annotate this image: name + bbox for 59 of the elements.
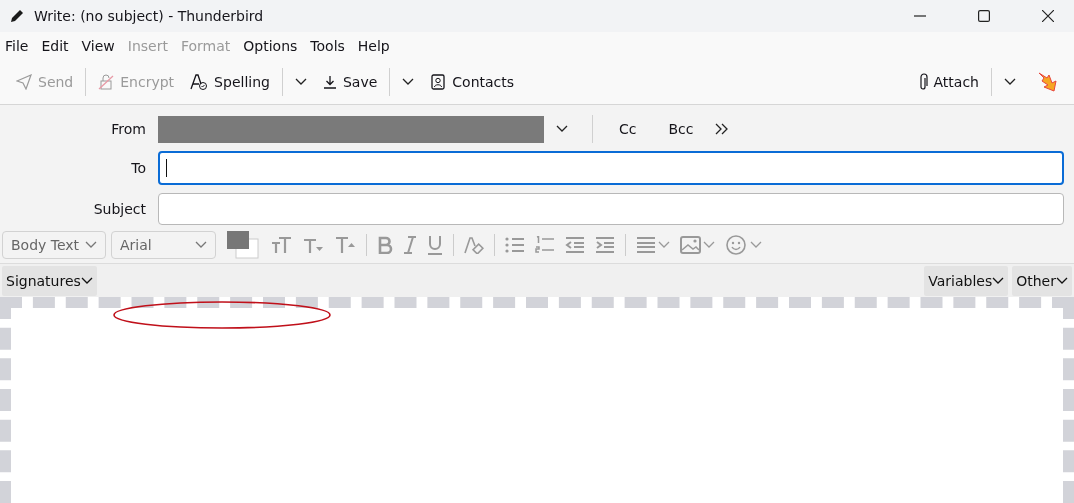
- dropdown-icon[interactable]: [402, 78, 415, 86]
- paperclip-icon: [917, 73, 928, 91]
- image-dropdown-icon[interactable]: [680, 236, 716, 254]
- contacts-button[interactable]: Contacts: [422, 70, 523, 94]
- caret-icon: [195, 241, 207, 249]
- to-label: To: [130, 160, 146, 176]
- caret-icon: [80, 276, 93, 285]
- arrow-icon[interactable]: [1038, 72, 1060, 92]
- color-picker-icon[interactable]: [226, 230, 260, 260]
- save-button[interactable]: Save: [314, 70, 386, 94]
- caret-icon: [1056, 276, 1068, 285]
- paragraph-format-select[interactable]: Body Text: [2, 231, 106, 259]
- font-select[interactable]: Arial: [111, 231, 216, 259]
- address-book-icon: [430, 74, 447, 90]
- italic-icon[interactable]: [403, 236, 417, 254]
- to-field[interactable]: [158, 151, 1064, 185]
- eraser-icon[interactable]: [464, 236, 484, 254]
- indent-icon[interactable]: [595, 237, 615, 253]
- crossed-lock-icon: [98, 74, 115, 90]
- menu-item[interactable]: Help: [357, 38, 390, 54]
- caret-icon: [992, 276, 1005, 285]
- align-dropdown-icon[interactable]: [636, 237, 670, 253]
- font-size-icon[interactable]: [270, 236, 292, 254]
- message-body[interactable]: [0, 297, 1074, 503]
- subject-field[interactable]: [158, 193, 1064, 225]
- signatures-menu[interactable]: Signatures: [2, 265, 97, 296]
- menu-item[interactable]: Edit: [41, 38, 69, 54]
- larger-text-icon[interactable]: [334, 236, 356, 254]
- emoji-dropdown-icon[interactable]: [726, 235, 764, 255]
- menu-item[interactable]: Options: [243, 38, 298, 54]
- download-icon: [322, 75, 337, 89]
- menu-item[interactable]: View: [81, 38, 115, 54]
- menu-item[interactable]: Tools: [310, 38, 345, 54]
- caret-icon: [85, 241, 97, 249]
- smaller-text-icon[interactable]: [302, 236, 324, 254]
- window-title: Write: (no subject) - Thunderbird: [34, 8, 264, 24]
- close-icon[interactable]: [1042, 10, 1054, 22]
- cc-link[interactable]: Cc: [619, 121, 637, 137]
- other-menu[interactable]: Other: [1012, 265, 1072, 296]
- underline-icon[interactable]: [427, 235, 443, 255]
- numbered-list-icon[interactable]: [535, 236, 555, 254]
- double-chevron-icon[interactable]: [715, 123, 730, 135]
- spell-check-icon: [190, 74, 209, 90]
- attach-button[interactable]: Attach: [909, 69, 987, 95]
- send-icon: [16, 74, 32, 90]
- from-label: From: [110, 121, 146, 137]
- bold-icon[interactable]: [377, 236, 393, 254]
- variables-menu[interactable]: Variables: [924, 265, 1009, 296]
- pencil-icon: [9, 8, 25, 24]
- dropdown-icon[interactable]: [294, 78, 307, 86]
- maximize-icon[interactable]: [978, 10, 990, 22]
- dropdown-icon[interactable]: [556, 125, 568, 133]
- bullet-list-icon[interactable]: [505, 237, 525, 253]
- dropdown-icon[interactable]: [1004, 78, 1016, 86]
- spelling-button[interactable]: Spelling: [182, 70, 278, 94]
- subject-label: Subject: [92, 201, 146, 217]
- bcc-link[interactable]: Bcc: [668, 121, 694, 137]
- outdent-icon[interactable]: [565, 237, 585, 253]
- menu-item[interactable]: File: [5, 38, 29, 54]
